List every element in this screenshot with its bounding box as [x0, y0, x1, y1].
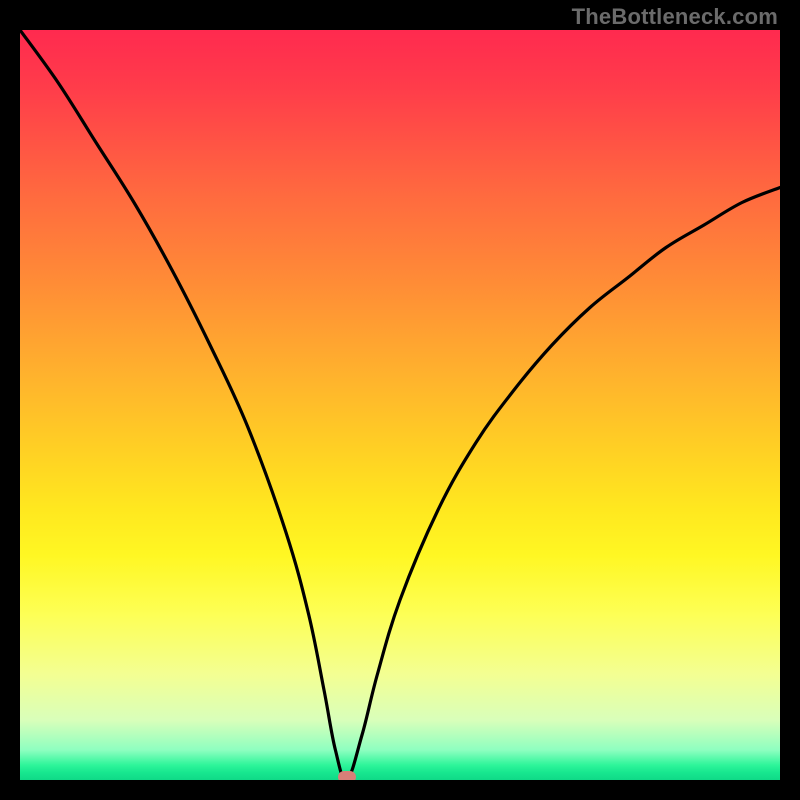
- watermark-text: TheBottleneck.com: [572, 4, 778, 30]
- bottleneck-curve: [20, 30, 780, 780]
- optimum-marker: [338, 771, 356, 780]
- plot-area: [20, 30, 780, 780]
- chart-stage: TheBottleneck.com: [0, 0, 800, 800]
